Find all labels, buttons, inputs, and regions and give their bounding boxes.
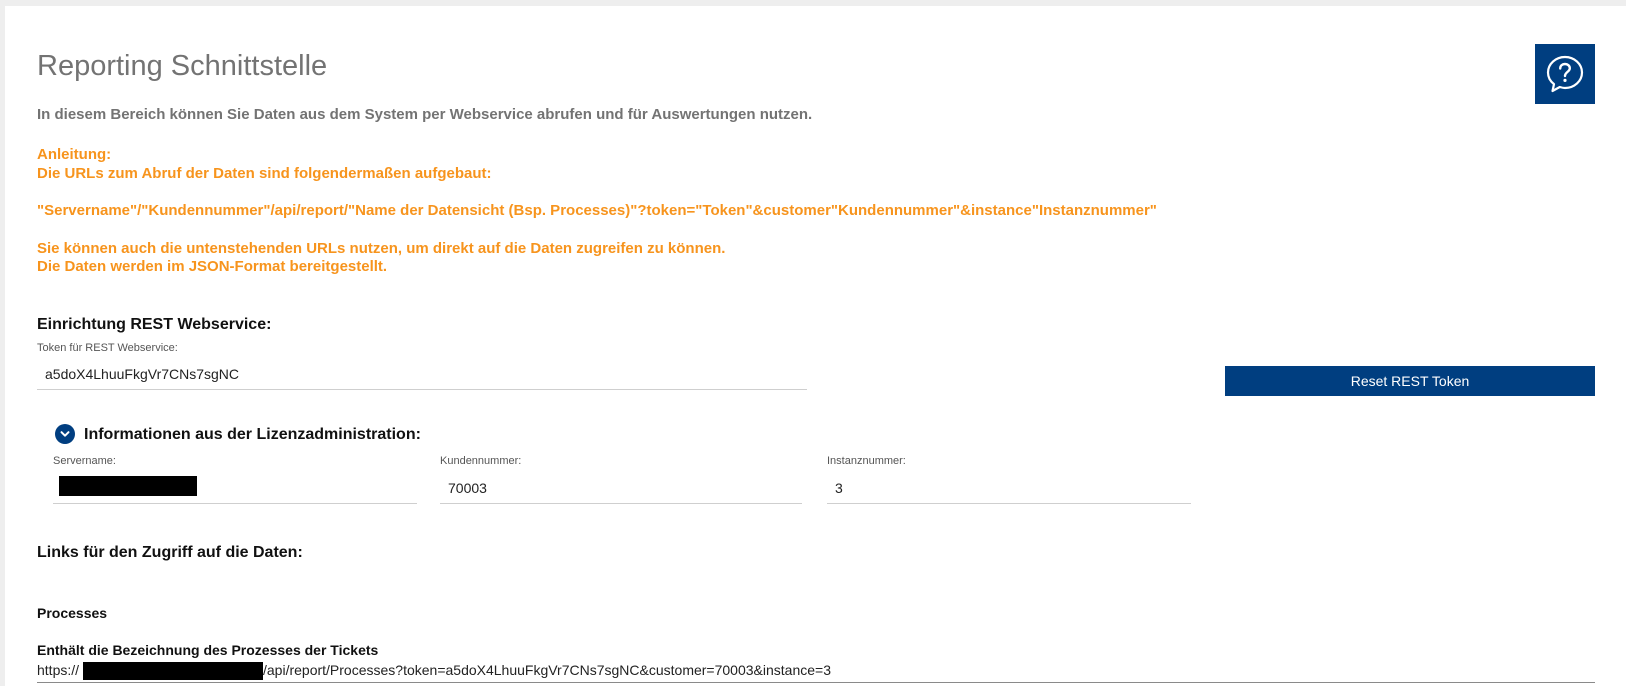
link-url-processes[interactable]: https:// /api/report/Processes?token=a5d… — [37, 660, 1595, 683]
rest-webservice-heading: Einrichtung REST Webservice: — [37, 316, 272, 333]
page-title: Reporting Schnittstelle — [37, 50, 328, 82]
servername-label: Servername: — [53, 455, 116, 467]
reporting-card: Reporting Schnittstelle In diesem Bereic… — [5, 6, 1626, 686]
customer-number-input[interactable] — [440, 472, 802, 504]
customer-number-label: Kundennummer: — [440, 455, 522, 467]
intro-text: In diesem Bereich können Sie Daten aus d… — [37, 106, 813, 123]
links-heading: Links für den Zugriff auf die Daten: — [37, 544, 303, 561]
license-info-heading: Informationen aus der Lizenzadministrati… — [84, 426, 421, 443]
question-speech-bubble-icon — [1546, 55, 1584, 93]
help-button[interactable] — [1535, 44, 1595, 104]
link-url-suffix: /api/report/Processes?token=a5doX4LhuuFk… — [263, 662, 831, 678]
instructions-line-3: Die Daten werden im JSON-Format bereitge… — [37, 258, 388, 275]
token-input[interactable] — [37, 358, 807, 390]
link-server-redaction — [83, 662, 263, 680]
token-label: Token für REST Webservice: — [37, 342, 178, 354]
instance-number-label: Instanznummer: — [827, 455, 906, 467]
reset-rest-token-button[interactable]: Reset REST Token — [1225, 366, 1595, 396]
link-name-processes: Processes — [37, 605, 108, 621]
servername-redaction — [59, 476, 197, 496]
link-description-processes: Enthält die Bezeichnung des Prozesses de… — [37, 642, 379, 658]
chevron-down-icon — [60, 431, 70, 437]
license-toggle-button[interactable] — [55, 424, 75, 444]
instance-number-input[interactable] — [827, 472, 1191, 504]
instructions-heading: Anleitung: — [37, 146, 112, 163]
url-pattern-text: "Servername"/"Kundennummer"/api/report/"… — [37, 202, 1157, 219]
instructions-line-1: Die URLs zum Abruf der Daten sind folgen… — [37, 165, 492, 182]
instructions-line-2: Sie können auch die untenstehenden URLs … — [37, 240, 726, 257]
link-url-prefix: https:// — [37, 662, 80, 678]
